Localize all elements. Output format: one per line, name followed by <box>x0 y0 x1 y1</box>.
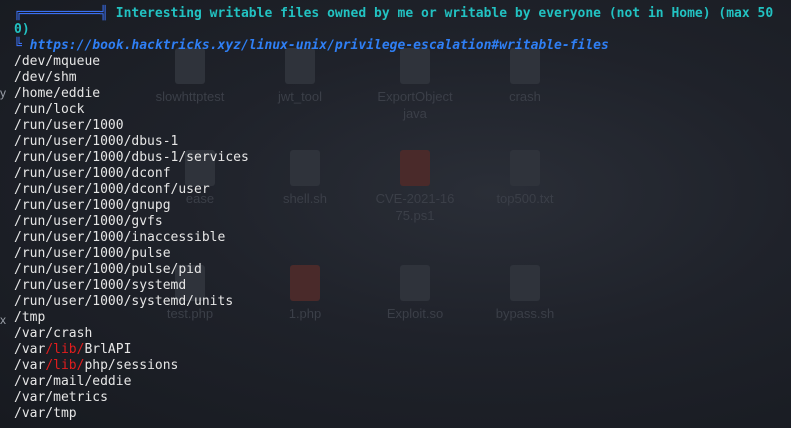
path-line: /run/user/1000/gvfs <box>14 214 163 229</box>
section-header: ╔══════════╣ Interesting writable files … <box>0 6 791 22</box>
box-drawing: ╔══════════╣ <box>14 6 108 21</box>
path-line: /run/user/1000/pulse <box>14 246 171 261</box>
path-line: /var/metrics <box>14 390 108 405</box>
section-header-wrap-text: 0) <box>14 22 30 37</box>
path-line: /var/mail/eddie <box>14 374 132 389</box>
path-line: /run/user/1000/systemd/units <box>14 294 234 309</box>
terminal-output[interactable]: ╔══════════╣ Interesting writable files … <box>0 6 791 422</box>
path-line: /run/user/1000/pulse/pid <box>14 262 202 277</box>
path-highlight: /lib/ <box>45 358 85 373</box>
path-highlight: /lib/ <box>45 342 85 357</box>
path-suffix: BrlAPI <box>84 342 132 357</box>
path-line: /dev/shm <box>14 70 77 85</box>
path-line-highlighted: /var/lib/php/sessions <box>0 358 791 374</box>
path-line: /var/tmp <box>14 406 77 421</box>
path-prefix: /var <box>14 342 46 357</box>
path-suffix: php/sessions <box>84 358 179 373</box>
section-header-wrap: 0) <box>0 22 791 38</box>
path-line-highlighted: /var/lib/BrlAPI <box>0 342 791 358</box>
path-line: /run/user/1000/systemd <box>14 278 187 293</box>
path-line: /run/user/1000/dconf <box>14 166 171 181</box>
path-line: /run/user/1000 <box>14 118 124 133</box>
path-line: /home/eddie <box>14 86 101 101</box>
path-line: /run/user/1000/dbus-1/services <box>14 150 249 165</box>
path-line: /run/user/1000/dconf/user <box>14 182 210 197</box>
box-drawing: ╚ <box>14 38 30 53</box>
hacktricks-link[interactable]: ╚ https://book.hacktricks.xyz/linux-unix… <box>0 38 791 54</box>
path-line: /run/user/1000/dbus-1 <box>14 134 179 149</box>
path-prefix: /var <box>14 358 46 373</box>
section-header-text: Interesting writable files owned by me o… <box>107 6 774 21</box>
path-line: /dev/mqueue <box>14 54 101 69</box>
path-line: /var/crash <box>14 326 93 341</box>
hacktricks-url[interactable]: https://book.hacktricks.xyz/linux-unix/p… <box>30 38 609 53</box>
path-line: /run/user/1000/inaccessible <box>14 230 226 245</box>
path-line: /run/lock <box>14 102 85 117</box>
path-line: /tmp <box>14 310 46 325</box>
path-line: /run/user/1000/gnupg <box>14 198 171 213</box>
